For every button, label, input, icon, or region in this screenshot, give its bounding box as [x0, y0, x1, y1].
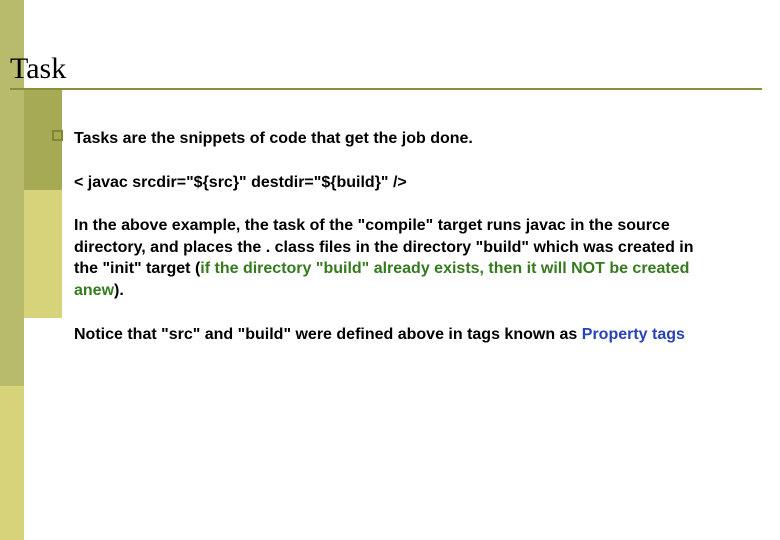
bullet-square-icon — [52, 130, 63, 141]
title-area: Task — [10, 52, 770, 90]
title-underline — [10, 88, 762, 90]
paragraph-notice: Notice that "src" and "build" were defin… — [74, 324, 714, 346]
slide: Task Tasks are the snippets of code that… — [0, 0, 780, 540]
paragraph-explain: In the above example, the task of the "c… — [74, 215, 714, 301]
text-run: Notice that "src" and "build" were defin… — [74, 326, 582, 343]
page-title: Task — [10, 52, 770, 88]
content-body: Tasks are the snippets of code that get … — [74, 128, 714, 367]
text-run: ). — [114, 282, 124, 299]
property-tags-reference: Property tags — [582, 326, 685, 343]
paragraph-code: < javac srcdir="${src}" destdir="${build… — [74, 172, 714, 194]
swatch-left-bottom — [0, 386, 24, 540]
paragraph-intro: Tasks are the snippets of code that get … — [74, 128, 714, 150]
swatch-right-bottom — [24, 190, 62, 318]
